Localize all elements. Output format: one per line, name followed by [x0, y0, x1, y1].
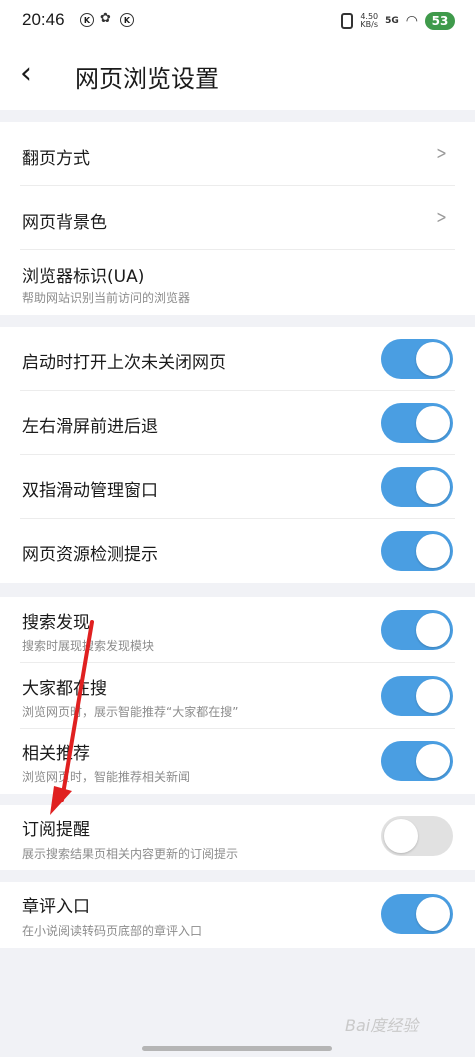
nav-item-label: 翻页方式 [22, 149, 90, 169]
restore-tabs-toggle[interactable] [381, 339, 453, 379]
nav-item-label: 网页背景色 [22, 213, 107, 233]
app-header: ‹ 网页浏览设置 [0, 44, 475, 110]
nav-item-sub: 帮助网站识别当前访问的浏览器 [22, 291, 191, 305]
toggle-label: 启动时打开上次未关闭网页 [22, 353, 226, 373]
status-time: 20:46 [22, 10, 65, 29]
section-chapter-comments: 章评入口 在小说阅读转码页底部的章评入口 [0, 882, 475, 948]
status-bar: 20:46 K ✿ K 4.50 KB/s 5G ◠ 53 [0, 0, 475, 44]
vibrate-icon [341, 13, 354, 29]
subscription-reminder-toggle[interactable] [381, 816, 453, 856]
toggle-row-chapter-comments: 章评入口 在小说阅读转码页底部的章评入口 [0, 882, 475, 948]
toggle-label: 章评入口 [22, 897, 90, 917]
net-speed: 4.50 KB/s [360, 12, 379, 29]
battery-indicator: 53 [425, 12, 455, 30]
status-indicators: 4.50 KB/s 5G ◠ 53 [341, 10, 455, 32]
nav-item-page-turn[interactable]: 翻页方式 > [0, 122, 475, 186]
nav-item-user-agent[interactable]: 浏览器标识(UA) 帮助网站识别当前访问的浏览器 [0, 250, 475, 315]
section-search-toggles: 搜索发现 搜索时展现搜索发现模块 大家都在搜 浏览网页时，展示智能推荐“大家都在… [0, 597, 475, 794]
toggle-label: 大家都在搜 [22, 679, 107, 699]
toggle-sub: 搜索时展现搜索发现模块 [22, 639, 155, 653]
section-page-options: 翻页方式 > 网页背景色 > 浏览器标识(UA) 帮助网站识别当前访问的浏览器 [0, 122, 475, 315]
toggle-sub: 在小说阅读转码页底部的章评入口 [22, 924, 203, 938]
toggle-row-two-finger: 双指滑动管理窗口 [0, 455, 475, 519]
chevron-right-icon: > [436, 207, 447, 228]
toggle-sub: 浏览网页时，展示智能推荐“大家都在搜” [22, 705, 239, 719]
two-finger-window-toggle[interactable] [381, 467, 453, 507]
toggle-label: 搜索发现 [22, 613, 90, 633]
resource-detect-toggle[interactable] [381, 531, 453, 571]
toggle-label: 左右滑屏前进后退 [22, 417, 158, 437]
trending-search-toggle[interactable] [381, 676, 453, 716]
paw-notification-icon: ✿ [100, 11, 111, 26]
toggle-row-restore-tabs: 启动时打开上次未关闭网页 [0, 327, 475, 391]
toggle-row-search-discover: 搜索发现 搜索时展现搜索发现模块 [0, 597, 475, 663]
notification-k-icon-2: K [120, 13, 134, 27]
toggle-row-trending-search: 大家都在搜 浏览网页时，展示智能推荐“大家都在搜” [0, 663, 475, 729]
nav-item-background-color[interactable]: 网页背景色 > [0, 186, 475, 250]
toggle-label: 双指滑动管理窗口 [22, 481, 158, 501]
swipe-navigation-toggle[interactable] [381, 403, 453, 443]
toggle-row-resource-detect: 网页资源检测提示 [0, 519, 475, 583]
toggle-row-related-news: 相关推荐 浏览网页时，智能推荐相关新闻 [0, 729, 475, 794]
page-title: 网页浏览设置 [75, 65, 219, 93]
signal-5g-icon: 5G [385, 16, 399, 26]
wifi-icon: ◠ [405, 13, 418, 29]
toggle-row-swipe-navigation: 左右滑屏前进后退 [0, 391, 475, 455]
section-browsing-toggles: 启动时打开上次未关闭网页 左右滑屏前进后退 双指滑动管理窗口 网页资源检测提示 [0, 327, 475, 583]
toggle-label: 网页资源检测提示 [22, 545, 158, 565]
notification-k-icon: K [80, 13, 94, 27]
toggle-sub: 展示搜索结果页相关内容更新的订阅提示 [22, 847, 239, 861]
section-subscription: 订阅提醒 展示搜索结果页相关内容更新的订阅提示 [0, 805, 475, 870]
watermark-logo: Bai度经验 [345, 1016, 419, 1035]
toggle-row-subscription: 订阅提醒 展示搜索结果页相关内容更新的订阅提示 [0, 805, 475, 870]
toggle-label: 相关推荐 [22, 744, 90, 764]
home-indicator[interactable] [142, 1046, 332, 1051]
chevron-right-icon: > [436, 143, 447, 164]
nav-item-label: 浏览器标识(UA) [22, 267, 145, 287]
related-news-toggle[interactable] [381, 741, 453, 781]
search-discover-toggle[interactable] [381, 610, 453, 650]
toggle-sub: 浏览网页时，智能推荐相关新闻 [22, 770, 191, 784]
back-arrow-icon[interactable]: ‹ [20, 56, 32, 92]
toggle-label: 订阅提醒 [22, 820, 90, 840]
chapter-comments-toggle[interactable] [381, 894, 453, 934]
